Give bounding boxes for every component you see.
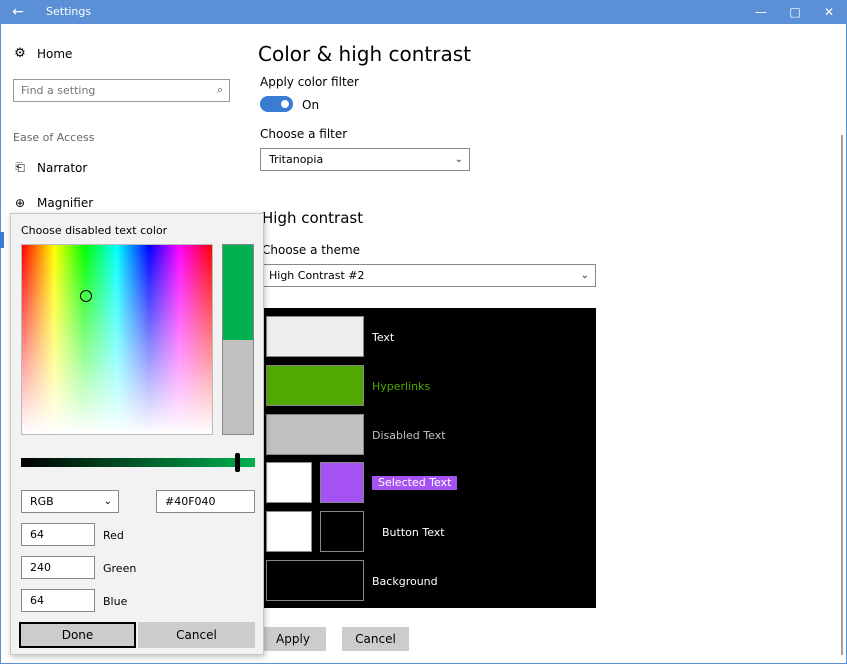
back-arrow-icon: ← — [12, 4, 24, 20]
nav-home[interactable]: ⚙ Home — [13, 46, 72, 61]
sidebar-item-narrator[interactable]: ⎗ Narrator — [13, 160, 87, 175]
color-mode-dropdown[interactable]: RGB ⌄ — [21, 490, 119, 513]
picker-cancel-button[interactable]: Cancel — [138, 622, 255, 648]
red-input[interactable]: 64 — [21, 523, 95, 546]
chevron-down-icon: ⌄ — [454, 154, 463, 165]
title-bar: ← Settings — □ ✕ — [0, 0, 847, 24]
button-text-preview-label: Button Text — [382, 526, 445, 539]
color-spectrum[interactable] — [21, 244, 213, 435]
maximize-icon: □ — [789, 5, 801, 19]
brightness-slider[interactable] — [21, 453, 255, 472]
blue-label: Blue — [103, 595, 128, 608]
background-preview-label: Background — [372, 575, 438, 588]
choose-theme-label: Choose a theme — [262, 243, 361, 257]
choose-filter-label: Choose a filter — [260, 127, 348, 141]
disabled-text-color-swatch[interactable] — [266, 414, 364, 455]
disabled-text-preview-label: Disabled Text — [372, 429, 446, 442]
hyperlinks-preview-label: Hyperlinks — [372, 380, 431, 393]
search-icon[interactable]: ⌕ — [217, 83, 223, 97]
green-input[interactable]: 240 — [21, 556, 95, 579]
section-label: Ease of Access — [13, 131, 95, 144]
chevron-down-icon: ⌄ — [103, 496, 112, 507]
red-label: Red — [103, 529, 124, 542]
narrator-icon: ⎗ — [15, 160, 25, 174]
color-filter-toggle[interactable] — [260, 96, 293, 112]
page-title: Color & high contrast — [258, 42, 471, 66]
filter-dropdown-value: Tritanopia — [269, 153, 324, 166]
toggle-knob — [281, 100, 289, 108]
sidebar-item-label: Magnifier — [37, 196, 94, 210]
apply-button[interactable]: Apply — [260, 627, 326, 651]
hyperlink-color-swatch[interactable] — [266, 365, 364, 406]
close-button[interactable]: ✕ — [812, 0, 846, 24]
magnifier-icon: ⊕ — [14, 196, 26, 210]
nav-home-label: Home — [37, 46, 73, 61]
search-input[interactable] — [14, 80, 199, 101]
chevron-down-icon: ⌄ — [580, 270, 589, 281]
color-mode-value: RGB — [30, 495, 54, 508]
color-picker-dialog: Choose disabled text color RGB ⌄ #40F040… — [10, 213, 264, 655]
selected-text-background-swatch[interactable] — [320, 462, 364, 503]
button-text-foreground-swatch[interactable] — [266, 511, 312, 552]
current-color-preview — [222, 244, 254, 340]
minimize-icon: — — [755, 5, 767, 19]
theme-dropdown[interactable]: High Contrast #2 ⌄ — [260, 264, 596, 287]
blue-input[interactable]: 64 — [21, 589, 95, 612]
theme-preview: Text Hyperlinks Disabled Text Selected T… — [258, 308, 596, 608]
toggle-state-label: On — [302, 98, 320, 112]
spectrum-cursor[interactable] — [80, 290, 92, 302]
maximize-button[interactable]: □ — [778, 0, 812, 24]
sidebar-item-label: Narrator — [37, 160, 88, 175]
close-icon: ✕ — [823, 5, 835, 19]
sidebar-item-magnifier[interactable]: ⊕ Magnifier — [13, 196, 93, 210]
theme-dropdown-value: High Contrast #2 — [269, 269, 365, 282]
window-title: Settings — [46, 5, 92, 18]
selected-nav-marker — [0, 232, 4, 248]
previous-color-preview — [222, 340, 254, 435]
filter-dropdown[interactable]: Tritanopia ⌄ — [260, 148, 470, 171]
done-button[interactable]: Done — [19, 622, 136, 648]
green-label: Green — [103, 562, 137, 575]
gear-icon: ⚙ — [14, 46, 26, 61]
minimize-button[interactable]: — — [744, 0, 778, 24]
selected-text-preview-label: Selected Text — [372, 476, 458, 490]
selected-text-foreground-swatch[interactable] — [266, 462, 312, 503]
background-color-swatch[interactable] — [266, 560, 364, 601]
text-preview-label: Text — [372, 331, 395, 344]
hex-input[interactable]: #40F040 — [156, 490, 255, 513]
button-text-background-swatch[interactable] — [320, 511, 364, 552]
color-picker-title: Choose disabled text color — [21, 224, 168, 237]
scrollbar[interactable] — [841, 135, 843, 655]
slider-thumb[interactable] — [235, 453, 240, 472]
back-button[interactable]: ← — [0, 0, 36, 24]
high-contrast-heading: High contrast — [262, 209, 364, 227]
apply-filter-label: Apply color filter — [260, 75, 359, 89]
search-box[interactable]: ⌕ — [13, 79, 230, 102]
text-color-swatch[interactable] — [266, 316, 364, 357]
cancel-button[interactable]: Cancel — [342, 627, 409, 651]
